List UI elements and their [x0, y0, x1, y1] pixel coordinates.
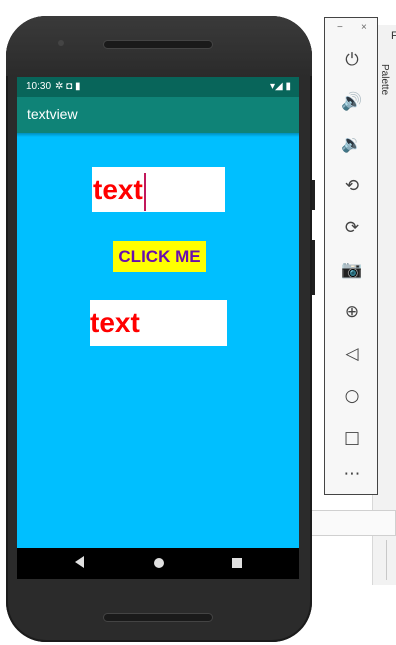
status-time: 10:30 [26, 81, 52, 92]
ide-panel-label: F [391, 30, 396, 42]
text-view: text [90, 300, 227, 346]
ide-divider [386, 540, 394, 580]
top-speaker [103, 40, 213, 49]
back-icon[interactable]: ◁ [338, 340, 366, 368]
nav-home-icon[interactable] [154, 558, 164, 568]
minimize-icon[interactable]: − [337, 22, 343, 33]
app-bar-shadow [17, 133, 299, 137]
app-title: textview [27, 106, 78, 122]
bottom-speaker [103, 613, 213, 622]
palette-tab-label: Palette [379, 64, 390, 96]
emulator-toolbar: − × ⏻ 🔊 🔉 ⟲ ⟳ 📷 ⊕ ◁ ○ □ ⋯ [324, 17, 378, 495]
status-bar: 10:30 ✲ ◘ ▮ ▾◢ ▮ [17, 77, 299, 97]
more-icon[interactable]: ⋯ [338, 460, 366, 488]
device-screen: 10:30 ✲ ◘ ▮ ▾◢ ▮ textview text CLICK ME … [17, 77, 299, 579]
power-icon[interactable]: ⏻ [338, 46, 366, 74]
camera-icon[interactable]: 📷 [338, 256, 366, 284]
status-signal-battery-icons: ▾◢ ▮ [270, 81, 291, 92]
edit-text-value: text [93, 174, 143, 205]
power-side-button [312, 180, 315, 210]
rotate-right-icon[interactable]: ⟳ [338, 214, 366, 242]
status-notification-icons: ✲ ◘ ▮ [55, 81, 81, 92]
rotate-left-icon[interactable]: ⟲ [338, 172, 366, 200]
nav-recents-icon[interactable] [232, 558, 242, 568]
volume-up-icon[interactable]: 🔊 [338, 88, 366, 116]
close-icon[interactable]: × [361, 22, 367, 33]
volume-side-button [312, 240, 315, 295]
navigation-bar [17, 548, 299, 579]
nav-back-icon[interactable] [75, 556, 84, 568]
overview-icon[interactable]: □ [338, 424, 366, 452]
app-bar: textview [17, 97, 299, 133]
zoom-icon[interactable]: ⊕ [338, 298, 366, 326]
edit-text-field[interactable]: text [92, 167, 225, 212]
emulator-window: F Palette 10:30 ✲ ◘ ▮ ▾◢ ▮ textview text… [0, 0, 396, 645]
ide-panel-box [306, 510, 396, 536]
text-cursor [143, 172, 146, 211]
volume-down-icon[interactable]: 🔉 [338, 130, 366, 158]
palette-tab[interactable]: Palette [376, 64, 394, 124]
front-camera [58, 40, 64, 46]
home-icon[interactable]: ○ [338, 382, 366, 410]
click-me-button[interactable]: CLICK ME [113, 241, 206, 272]
toolbar-window-controls: − × [325, 22, 379, 36]
